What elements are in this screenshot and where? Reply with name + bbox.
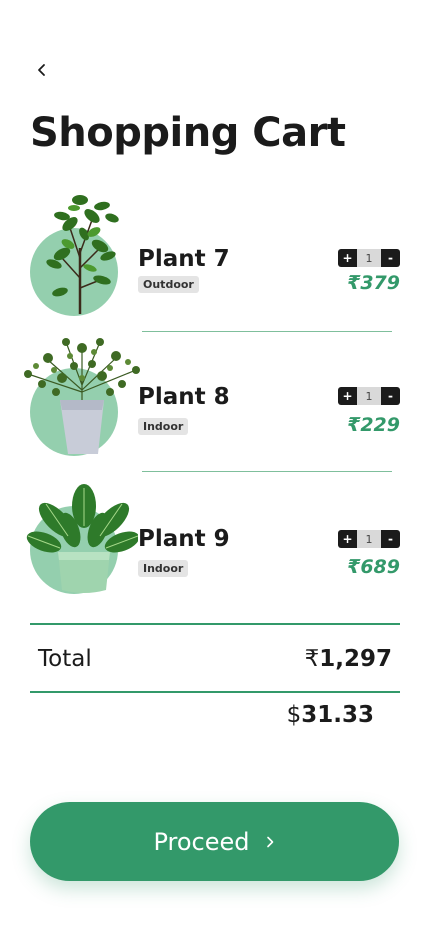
plant-image <box>24 338 140 454</box>
back-button[interactable] <box>30 58 54 82</box>
currency-symbol: ₹ <box>304 646 320 672</box>
item-category-badge: Indoor <box>138 418 189 435</box>
page-title: Shopping Cart <box>30 110 346 156</box>
total-amount-inr: ₹1,297 <box>305 646 392 672</box>
proceed-label: Proceed <box>153 827 250 856</box>
total-top-divider <box>30 623 400 625</box>
quantity-value: 1 <box>357 249 381 267</box>
item-price: ₹689 <box>347 556 400 578</box>
item-name: Plant 8 <box>138 384 230 410</box>
usd-amount-value: 31.33 <box>301 702 374 728</box>
total-bottom-divider <box>30 691 400 693</box>
cart-item: Plant 7 Outdoor + 1 - ₹379 <box>0 186 430 332</box>
total-amount-value: 1,297 <box>319 646 392 672</box>
plant-image <box>46 195 119 314</box>
quantity-stepper: + 1 - <box>338 530 400 548</box>
plant-image <box>26 484 138 593</box>
quantity-stepper: + 1 - <box>338 387 400 405</box>
chevron-left-icon <box>38 64 45 76</box>
cart-item: Plant 8 Indoor + 1 - ₹229 <box>0 326 430 472</box>
quantity-value: 1 <box>357 387 381 405</box>
chevron-right-icon <box>266 836 273 847</box>
item-category-badge: Indoor <box>138 560 189 577</box>
total-amount-usd: $31.33 <box>287 702 374 728</box>
item-price: ₹379 <box>347 272 400 294</box>
cart-item: Plant 9 Indoor + 1 - ₹689 <box>0 466 430 606</box>
item-name: Plant 9 <box>138 526 230 552</box>
quantity-value: 1 <box>357 530 381 548</box>
increase-quantity-button[interactable]: + <box>338 387 357 405</box>
decrease-quantity-button[interactable]: - <box>381 530 400 548</box>
increase-quantity-button[interactable]: + <box>338 530 357 548</box>
proceed-button[interactable]: Proceed <box>30 802 399 881</box>
decrease-quantity-button[interactable]: - <box>381 249 400 267</box>
decrease-quantity-button[interactable]: - <box>381 387 400 405</box>
item-price: ₹229 <box>347 414 400 436</box>
item-name: Plant 7 <box>138 246 230 272</box>
item-category-badge: Outdoor <box>138 276 199 293</box>
increase-quantity-button[interactable]: + <box>338 249 357 267</box>
quantity-stepper: + 1 - <box>338 249 400 267</box>
total-label: Total <box>38 646 92 672</box>
currency-symbol: $ <box>286 702 302 728</box>
